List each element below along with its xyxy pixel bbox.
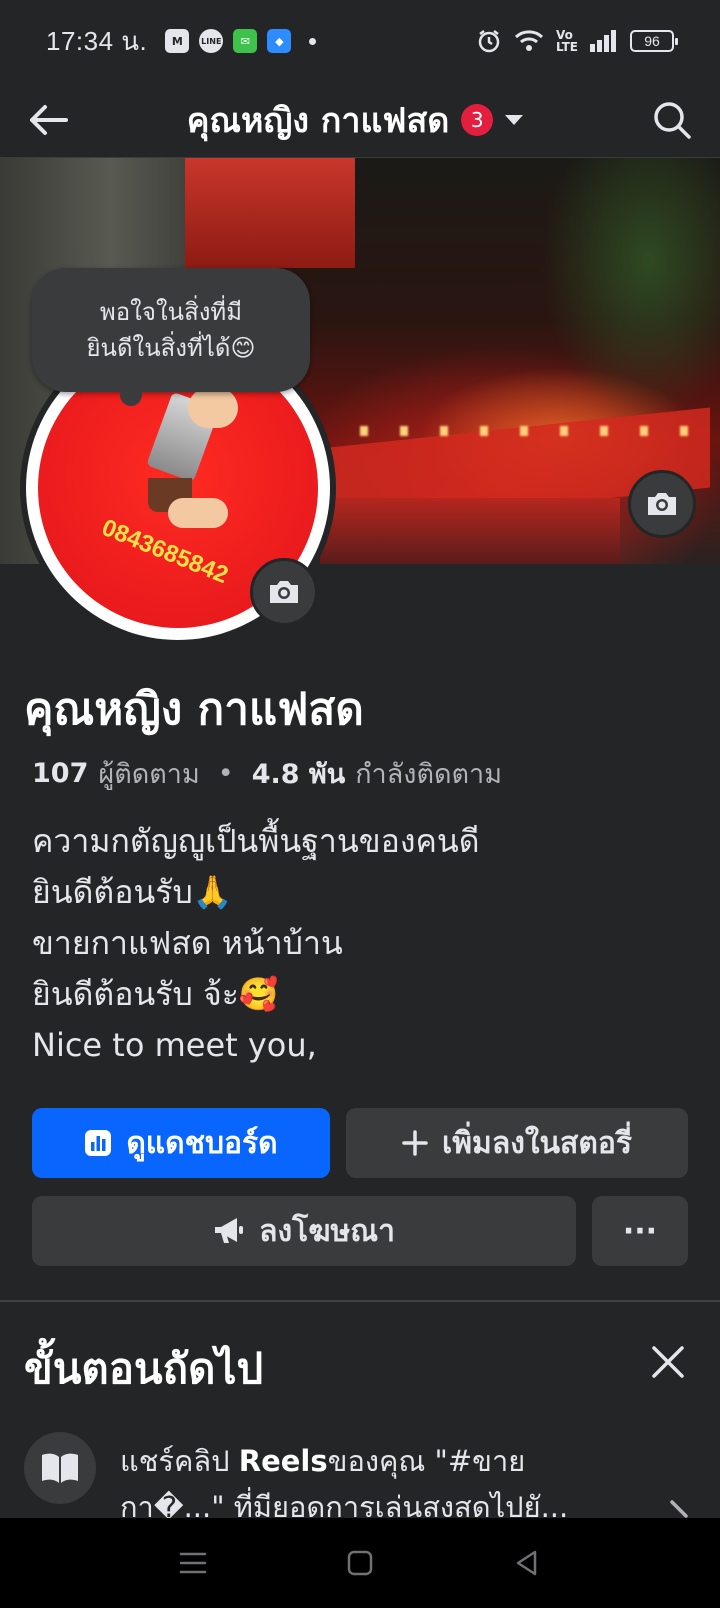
bio-line: ความกตัญญูเป็นพื้นฐานของคนดี xyxy=(32,822,480,860)
header-title-group[interactable]: คุณหญิง กาแฟสด 3 xyxy=(86,93,624,147)
home-button[interactable] xyxy=(330,1533,390,1593)
next-steps-title: ขั้นตอนถัดไป xyxy=(24,1344,264,1393)
view-dashboard-button[interactable]: ดูแดชบอร์ด xyxy=(32,1108,330,1178)
follow-stats: 107 ผู้ติดตาม • 4.8 พัน กำลังติดตาม xyxy=(32,752,502,795)
status-indicators: Vo LTE 96 xyxy=(476,28,678,54)
cover-stall-counter xyxy=(320,498,620,564)
home-square-icon xyxy=(347,1550,373,1576)
recent-apps-button[interactable] xyxy=(163,1533,223,1593)
page-header: คุณหญิง กาแฟสด 3 xyxy=(0,82,720,158)
alarm-icon xyxy=(478,30,500,53)
section-divider xyxy=(0,1300,720,1302)
search-button[interactable] xyxy=(624,82,720,158)
view-dashboard-label: ดูแดชบอร์ด xyxy=(126,1125,278,1161)
camera-icon xyxy=(648,493,676,515)
bio-line: ขายกาแฟสด หน้าบ้าน xyxy=(32,924,343,962)
cover-banner xyxy=(185,158,355,268)
advertise-button[interactable]: ลงโฆษณา xyxy=(32,1196,576,1266)
cover-string-lights xyxy=(360,426,690,436)
status-notification-icons: M LINE ✉ ◆ xyxy=(165,29,317,53)
edit-cover-camera-button[interactable] xyxy=(628,470,696,538)
close-next-steps-button[interactable] xyxy=(646,1340,690,1384)
hand-illustration xyxy=(188,388,238,428)
followers-count[interactable]: 107 xyxy=(32,758,88,789)
following-label[interactable]: กำลังติดตาม xyxy=(355,752,502,795)
profile-note-bubble[interactable]: พอใจในสิ่งที่มี ยินดีในสิ่งที่ได้😊 xyxy=(32,268,310,406)
back-arrow-icon xyxy=(30,104,68,135)
followers-label[interactable]: ผู้ติดตาม xyxy=(98,752,199,795)
plus-icon xyxy=(402,1130,428,1156)
menu-lines-icon xyxy=(180,1552,207,1574)
next-step-item[interactable]: แชร์คลิป Reelsของคุณ "#ขาย กา�..." ที่มี… xyxy=(120,1438,640,1530)
wifi-icon xyxy=(514,30,543,51)
next-step-icon-circle xyxy=(24,1432,96,1504)
megaphone-icon xyxy=(215,1218,244,1243)
cover-tree xyxy=(540,158,720,418)
bio-line: ยินดีต้อนรับ🙏 xyxy=(32,873,233,911)
gmail-icon: M xyxy=(165,29,190,53)
add-to-story-label: เพิ่มลงในสตอรี่ xyxy=(442,1125,632,1161)
next-step-line1-rest: ของคุณ "#ขาย xyxy=(327,1444,526,1478)
status-bar: 17:34 น. M LINE ✉ ◆ Vo LTE 96 xyxy=(0,0,720,82)
close-icon xyxy=(652,1346,684,1378)
next-step-prefix: แชร์คลิป xyxy=(120,1444,239,1478)
stats-separator: • xyxy=(217,758,234,789)
back-triangle-icon xyxy=(516,1550,536,1576)
status-time: 17:34 น. xyxy=(46,25,148,56)
header-title: คุณหญิง กาแฟสด xyxy=(186,100,450,141)
chevron-right-icon xyxy=(670,1500,688,1518)
advertise-label: ลงโฆษณา xyxy=(259,1213,395,1249)
search-icon xyxy=(654,101,691,139)
line-icon: LINE xyxy=(199,29,224,53)
bio-line: Nice to meet you, xyxy=(32,1026,317,1064)
next-step-line-1: แชร์คลิป Reelsของคุณ "#ขาย xyxy=(120,1438,640,1484)
more-notifications-dot xyxy=(309,37,317,45)
book-icon xyxy=(42,1453,78,1483)
page-bio: ความกตัญญูเป็นพื้นฐานของคนดี ยินดีต้อนรั… xyxy=(32,816,480,1071)
camera-icon xyxy=(270,581,298,603)
system-back-button[interactable] xyxy=(497,1533,557,1593)
edit-avatar-camera-button[interactable] xyxy=(250,558,318,626)
note-line-2: ยินดีในสิ่งที่ได้😊 xyxy=(86,334,256,362)
more-options-button[interactable]: ··· xyxy=(592,1196,688,1266)
wechat-icon: ✉ xyxy=(233,29,258,53)
battery-indicator: 96 xyxy=(630,30,678,52)
messenger-icon: ◆ xyxy=(267,29,292,53)
bio-line: ยินดีต้อนรับ จ้ะ🥰 xyxy=(32,975,279,1013)
system-navigation-bar xyxy=(0,1518,720,1608)
note-line-1: พอใจในสิ่งที่มี xyxy=(99,298,243,326)
page-name: คุณหญิง กาแฟสด xyxy=(24,684,364,735)
back-button[interactable] xyxy=(0,82,96,158)
dashboard-chart-icon xyxy=(85,1130,112,1156)
more-icon: ··· xyxy=(622,1213,658,1249)
add-to-story-button[interactable]: เพิ่มลงในสตอรี่ xyxy=(346,1108,688,1178)
following-count[interactable]: 4.8 พัน xyxy=(252,752,346,795)
caret-down-icon[interactable] xyxy=(505,114,524,125)
hand-illustration-lower xyxy=(168,498,228,528)
next-step-reels: Reels xyxy=(238,1444,328,1478)
volte-icon: Vo LTE xyxy=(555,28,578,54)
signal-icon xyxy=(590,30,616,52)
notification-badge: 3 xyxy=(461,103,494,136)
